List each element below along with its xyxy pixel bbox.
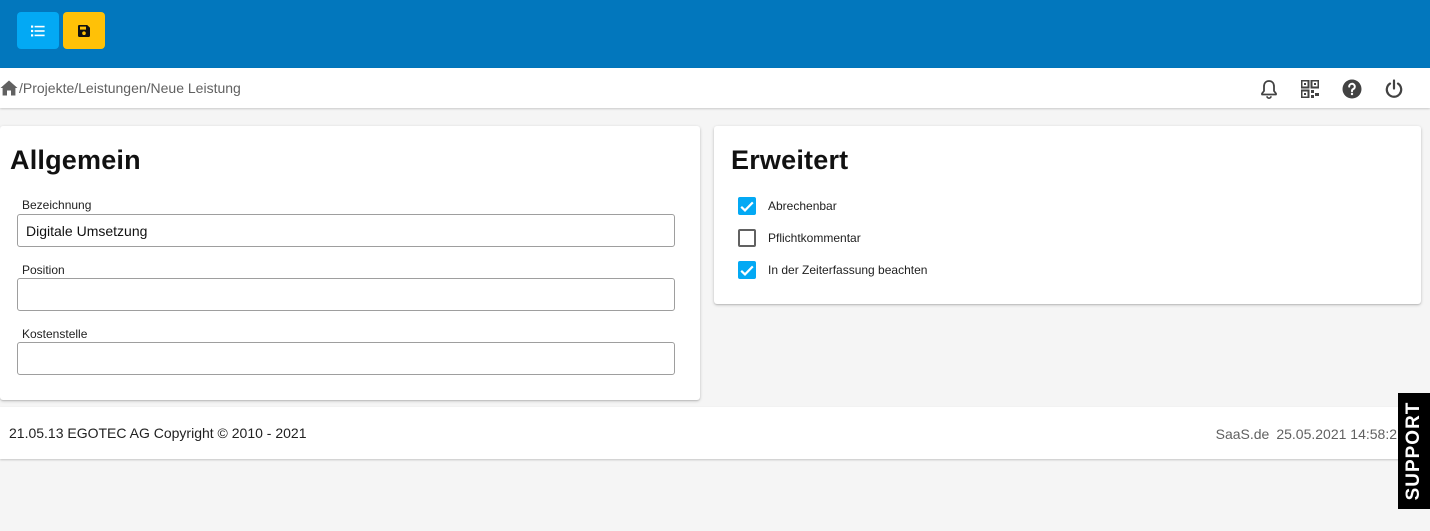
pflichtkommentar-checkbox[interactable] (738, 229, 756, 247)
qr-code-icon[interactable] (1299, 78, 1321, 100)
position-input[interactable] (17, 278, 675, 311)
nav-bar: /Projekte/Leistungen/Neue Leistung (0, 68, 1430, 108)
support-tab[interactable]: SUPPORT (1398, 393, 1430, 509)
abrechenbar-label[interactable]: Abrechenbar (768, 199, 837, 213)
checkmark-icon (740, 201, 754, 212)
footer: 21.05.13 EGOTEC AG Copyright © 2010 - 20… (0, 407, 1430, 459)
list-button[interactable] (17, 12, 59, 49)
bezeichnung-input[interactable] (17, 214, 675, 247)
power-icon[interactable] (1383, 78, 1405, 100)
checkbox-row-pflichtkommentar: Pflichtkommentar (738, 229, 861, 247)
list-icon (31, 25, 45, 36)
breadcrumb-path[interactable]: /Projekte/Leistungen/Neue Leistung (19, 80, 241, 96)
general-title: Allgemein (10, 145, 141, 175)
save-button[interactable] (63, 12, 105, 49)
footer-status: SaaS.de 25.05.2021 14:58:2 (1216, 426, 1397, 442)
bezeichnung-label: Bezeichnung (22, 198, 92, 212)
home-icon[interactable] (0, 80, 18, 96)
floppy-disk-icon (78, 24, 90, 37)
checkbox-row-zeiterfassung: In der Zeiterfassung beachten (738, 261, 927, 279)
abrechenbar-checkbox[interactable] (738, 197, 756, 215)
top-toolbar (0, 0, 1430, 68)
kostenstelle-input[interactable] (17, 342, 675, 375)
help-icon[interactable] (1341, 78, 1363, 100)
checkbox-row-abrechenbar: Abrechenbar (738, 197, 837, 215)
support-label: SUPPORT (1403, 401, 1424, 501)
general-card: Allgemein Bezeichnung Position Kostenste… (0, 126, 700, 400)
position-label: Position (22, 263, 65, 277)
pflichtkommentar-label[interactable]: Pflichtkommentar (768, 231, 861, 245)
copyright-text: 21.05.13 EGOTEC AG Copyright © 2010 - 20… (9, 425, 307, 441)
footer-datetime: 25.05.2021 14:58:2 (1276, 426, 1397, 442)
zeiterfassung-label[interactable]: In der Zeiterfassung beachten (768, 263, 927, 277)
bell-icon[interactable] (1258, 78, 1280, 100)
zeiterfassung-checkbox[interactable] (738, 261, 756, 279)
extended-title: Erweitert (731, 145, 849, 175)
breadcrumb: /Projekte/Leistungen/Neue Leistung (0, 78, 241, 98)
kostenstelle-label: Kostenstelle (22, 327, 88, 341)
site-name: SaaS.de (1215, 426, 1270, 442)
extended-card: Erweitert Abrechenbar Pflichtkommentar I… (714, 126, 1421, 304)
checkmark-icon (740, 265, 754, 276)
